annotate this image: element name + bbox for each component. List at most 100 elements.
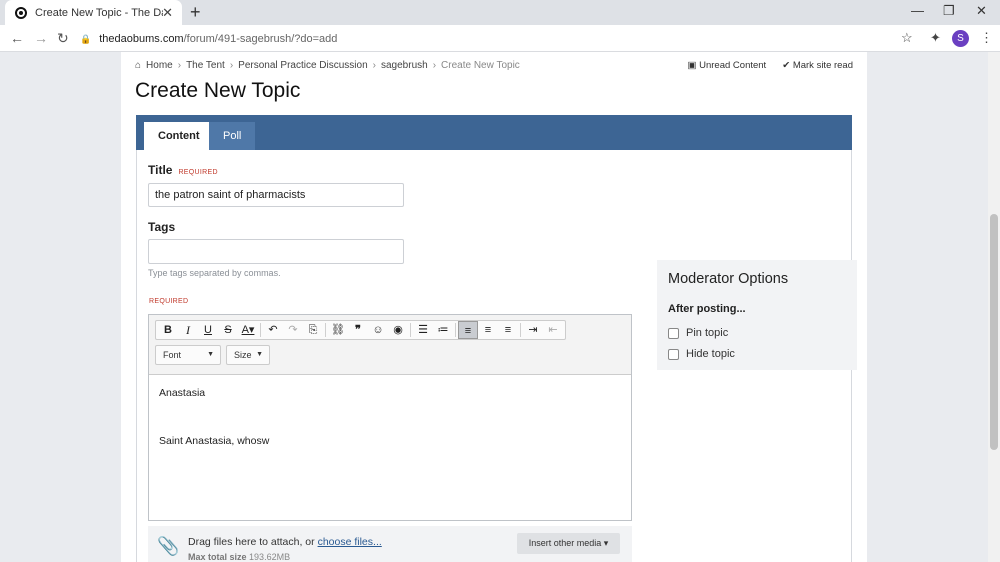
hide-topic-label: Hide topic: [686, 348, 735, 360]
strikethrough-icon[interactable]: S: [218, 321, 238, 339]
link-icon[interactable]: ⛓: [328, 321, 348, 339]
align-right-icon[interactable]: ≡: [498, 321, 518, 339]
bookmark-star-icon[interactable]: ☆: [901, 30, 913, 46]
pin-topic-checkbox[interactable]: [668, 327, 679, 339]
pin-topic-option[interactable]: Pin topic: [668, 327, 728, 339]
mark-site-read-link[interactable]: ✔ Mark site read: [782, 60, 853, 71]
pin-topic-label: Pin topic: [686, 327, 729, 339]
browser-menu-icon[interactable]: ⋮: [980, 30, 993, 46]
browser-tab[interactable]: Create New Topic - The Dao Bum ✕: [5, 0, 182, 25]
indent-icon[interactable]: ⇥: [523, 321, 543, 339]
font-dropdown[interactable]: Font ▼: [155, 345, 221, 365]
lock-icon: 🔒: [80, 33, 92, 44]
scrollbar-thumb[interactable]: [990, 214, 998, 450]
page-scrollbar[interactable]: [988, 52, 1000, 562]
chevron-down-icon: ▼: [207, 351, 214, 358]
editor-body[interactable]: Anastasia Saint Anastasia, whosw: [149, 375, 631, 471]
close-tab-icon[interactable]: ✕: [162, 5, 173, 21]
max-size: Max total size 193.62MB: [188, 552, 290, 562]
address-bar: ← → ↻ 🔒 thedaobums.com /forum/491-sagebr…: [0, 25, 1000, 52]
toolbar-divider: [455, 323, 456, 337]
redo-icon[interactable]: ↷: [283, 321, 303, 339]
editor-toolbar: B I U S A▾ ↶ ↷ ⎘ ⛓ ❞ ☺ ◉ ☰ ≔ ≡ ≡ ≡ ⇥ ⇤ F…: [149, 315, 631, 375]
unread-content-link[interactable]: ▣ Unread Content: [688, 60, 767, 71]
editor-line: Anastasia: [159, 387, 206, 399]
preview-icon[interactable]: ⎘: [303, 321, 323, 339]
toolbar-divider: [260, 323, 261, 337]
italic-icon[interactable]: I: [178, 321, 198, 339]
breadcrumb-sagebrush[interactable]: sagebrush: [381, 60, 428, 71]
size-dropdown-label: Size: [234, 350, 252, 360]
caret-down-icon: ▾: [603, 538, 609, 548]
font-dropdown-label: Font: [163, 350, 182, 360]
tab-poll[interactable]: Poll: [209, 122, 256, 150]
tab-title: Create New Topic - The Dao Bum: [35, 6, 163, 19]
align-left-icon[interactable]: ≡: [458, 321, 478, 339]
text-color-icon[interactable]: A▾: [238, 321, 258, 339]
editor-line: Saint Anastasia, whosw: [159, 435, 270, 447]
tags-hint: Type tags separated by commas.: [148, 268, 281, 278]
profile-avatar[interactable]: S: [952, 30, 969, 47]
title-label-text: Title: [148, 163, 173, 177]
extensions-icon[interactable]: ✦: [930, 30, 941, 46]
outdent-icon[interactable]: ⇤: [543, 321, 563, 339]
hide-topic-checkbox[interactable]: [668, 348, 679, 360]
site-favicon-icon: [15, 6, 27, 19]
breadcrumb-home[interactable]: Home: [146, 60, 173, 71]
required-badge: REQUIRED: [178, 169, 218, 176]
toolbar-divider: [410, 323, 411, 337]
topic-form: Title REQUIRED the patron saint of pharma…: [136, 150, 857, 562]
hide-topic-option[interactable]: Hide topic: [668, 348, 735, 360]
restore-icon[interactable]: ❐: [943, 3, 955, 19]
breadcrumb-separator: ›: [372, 60, 376, 71]
url-path: /forum/491-sagebrush/?do=add: [183, 33, 338, 45]
breadcrumb: ⌂ Home › The Tent › Personal Practice Di…: [135, 60, 520, 71]
breadcrumb-personal-practice[interactable]: Personal Practice Discussion: [238, 60, 368, 71]
url-field[interactable]: 🔒 thedaobums.com /forum/491-sagebrush/?d…: [80, 29, 920, 49]
minimize-icon[interactable]: —: [911, 3, 924, 18]
size-dropdown[interactable]: Size ▼: [226, 345, 270, 365]
moderator-options: Moderator Options After posting... Pin t…: [657, 260, 857, 370]
emoji-icon[interactable]: ☺: [368, 321, 388, 339]
browser-tab-bar: Create New Topic - The Dao Bum ✕ + — ❐ ✕: [0, 0, 1000, 25]
max-size-label: Max total size: [188, 552, 247, 562]
title-input[interactable]: the patron saint of pharmacists: [148, 183, 404, 207]
insert-media-label: Insert other media: [528, 538, 602, 548]
toolbar-divider: [325, 323, 326, 337]
new-tab-icon[interactable]: +: [190, 2, 201, 23]
attachment-area[interactable]: 📎 Drag files here to attach, or choose f…: [148, 526, 632, 562]
window-close-icon[interactable]: ✕: [976, 3, 987, 19]
back-icon[interactable]: ←: [10, 30, 24, 46]
breadcrumb-current: Create New Topic: [441, 60, 520, 71]
chevron-down-icon: ▼: [256, 351, 263, 358]
toolbar-divider: [520, 323, 521, 337]
tags-input[interactable]: [148, 239, 404, 264]
undo-icon[interactable]: ↶: [263, 321, 283, 339]
breadcrumb-separator: ›: [177, 60, 182, 71]
breadcrumb-the-tent[interactable]: The Tent: [186, 60, 225, 71]
max-size-value: 193.62MB: [249, 552, 291, 562]
tab-content[interactable]: Content: [144, 122, 214, 150]
attach-message: Drag files here to attach, or choose fil…: [188, 536, 382, 548]
mark-site-read-label: Mark site read: [792, 60, 853, 71]
quote-icon[interactable]: ❞: [348, 321, 368, 339]
forward-icon[interactable]: →: [34, 30, 48, 46]
title-label: Title REQUIRED: [148, 163, 218, 177]
url-host: thedaobums.com: [99, 33, 184, 45]
form-tabs: Content Poll: [136, 115, 852, 150]
align-center-icon[interactable]: ≡: [478, 321, 498, 339]
spoiler-eye-icon[interactable]: ◉: [388, 321, 408, 339]
page-content: ⌂ Home › The Tent › Personal Practice Di…: [121, 52, 867, 562]
numbered-list-icon[interactable]: ≔: [433, 321, 453, 339]
insert-media-button[interactable]: Insert other media ▾: [517, 533, 620, 554]
choose-files-link[interactable]: choose files...: [318, 536, 382, 548]
home-icon: ⌂: [135, 60, 142, 71]
page-title: Create New Topic: [135, 79, 301, 102]
page-viewport: ⌂ Home › The Tent › Personal Practice Di…: [0, 52, 988, 562]
bold-icon[interactable]: B: [158, 321, 178, 339]
bullet-list-icon[interactable]: ☰: [413, 321, 433, 339]
underline-icon[interactable]: U: [198, 321, 218, 339]
unread-icon: ▣: [687, 60, 697, 71]
reload-icon[interactable]: ↻: [57, 30, 69, 47]
breadcrumb-separator: ›: [432, 60, 437, 71]
